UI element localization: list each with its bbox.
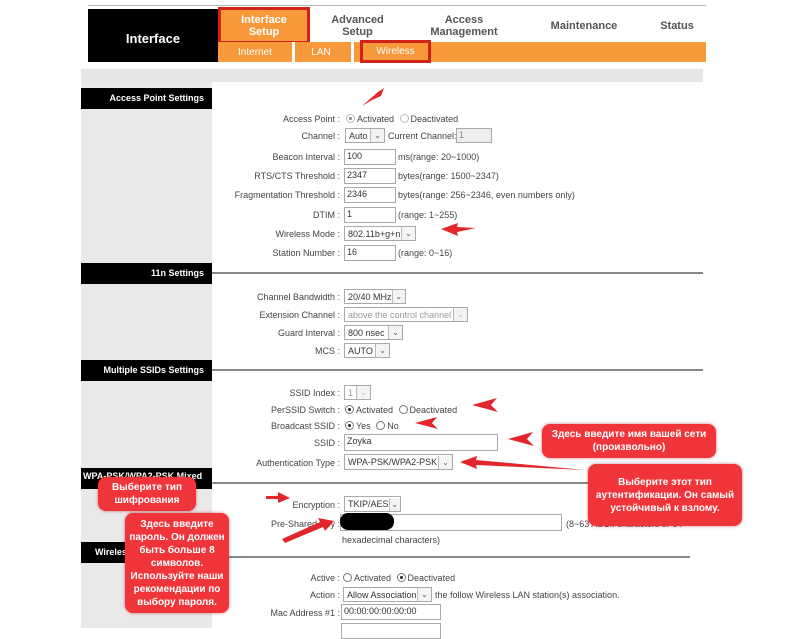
channel-label: Channel : bbox=[301, 131, 340, 141]
arrow-access-point bbox=[362, 88, 384, 106]
beacon-interval-input[interactable]: 100 bbox=[344, 149, 396, 165]
nav-interface-setup[interactable]: Interface Setup bbox=[218, 7, 310, 44]
chevron-down-icon: ⌄ bbox=[375, 344, 389, 357]
encryption-select[interactable]: TKIP/AES ⌄ bbox=[344, 496, 401, 512]
redacted-password bbox=[340, 513, 394, 530]
chevron-down-icon: ⌄ bbox=[417, 588, 431, 601]
fragmentation-threshold-label: Fragmentation Threshold : bbox=[234, 190, 340, 200]
callout-ssid-name: Здесь введите имя вашей сети (произвольн… bbox=[542, 424, 716, 458]
mac-address-1-input[interactable]: 00:00:00:00:00:00 bbox=[341, 604, 441, 620]
fragmentation-threshold-hint: bytes(range: 256~2346, even numbers only… bbox=[398, 190, 575, 200]
mac-address-2-input[interactable] bbox=[341, 623, 441, 639]
mac-deactivated-radio[interactable] bbox=[396, 573, 406, 583]
dtim-label: DTIM : bbox=[313, 210, 340, 220]
current-channel-field: 1 bbox=[456, 128, 492, 143]
section-11n-settings: 11n Settings bbox=[81, 263, 212, 284]
chevron-down-icon: ⌄ bbox=[356, 386, 370, 399]
encryption-label: Encryption : bbox=[292, 500, 340, 510]
chevron-down-icon: ⌄ bbox=[391, 290, 405, 303]
section-access-point-settings: Access Point Settings bbox=[81, 88, 212, 109]
broadcast-yes-radio[interactable] bbox=[345, 421, 354, 431]
access-point-radio-group: Activated Deactivated bbox=[346, 113, 461, 124]
section-divider bbox=[212, 272, 703, 274]
ssid-index-label: SSID Index : bbox=[289, 388, 340, 398]
chevron-down-icon: ⌄ bbox=[453, 308, 467, 321]
access-point-deactivated-radio[interactable] bbox=[399, 114, 409, 124]
pre-shared-key-hint-cont: hexadecimal characters) bbox=[342, 535, 441, 545]
subnav-lan[interactable]: LAN bbox=[296, 42, 346, 62]
rts-threshold-hint: bytes(range: 1500~2347) bbox=[398, 171, 499, 181]
callout-auth-type: Выберите этот тип аутентификации. Он сам… bbox=[588, 464, 742, 526]
callout-password: Здесь введите пароль. Он должен быть бол… bbox=[125, 513, 229, 613]
station-number-input[interactable]: 16 bbox=[344, 245, 396, 261]
chevron-down-icon: ⌄ bbox=[388, 326, 402, 339]
nav-maintenance[interactable]: Maintenance bbox=[540, 9, 628, 42]
station-number-label: Station Number : bbox=[272, 248, 340, 258]
gray-strip bbox=[81, 69, 703, 82]
channel-select[interactable]: Auto ⌄ bbox=[345, 128, 385, 143]
broadcast-ssid-radio-group: Yes No bbox=[345, 420, 402, 431]
subnav-wireless[interactable]: Wireless bbox=[360, 40, 431, 63]
section-divider bbox=[212, 556, 690, 558]
mcs-label: MCS : bbox=[314, 346, 340, 356]
guard-interval-select[interactable]: 800 nsec ⌄ bbox=[344, 325, 403, 340]
rts-threshold-label: RTS/CTS Threshold : bbox=[254, 171, 340, 181]
mac-action-select[interactable]: Allow Association ⌄ bbox=[343, 587, 432, 602]
header-top-line bbox=[88, 5, 706, 6]
subnav-separator bbox=[292, 42, 295, 62]
rts-threshold-input[interactable]: 2347 bbox=[344, 168, 396, 184]
arrow-auth bbox=[460, 456, 585, 470]
arrow-wireless-mode bbox=[441, 223, 476, 236]
chevron-down-icon: ⌄ bbox=[388, 497, 400, 511]
guard-interval-label: Guard Interval : bbox=[277, 328, 340, 338]
access-point-label: Access Point : bbox=[282, 114, 340, 124]
subnav-separator bbox=[351, 42, 354, 62]
nav-status[interactable]: Status bbox=[650, 9, 704, 42]
extension-channel-select[interactable]: above the control channel ⌄ bbox=[344, 307, 468, 322]
subnav-internet[interactable]: Internet bbox=[220, 42, 290, 62]
extension-channel-label: Extension Channel : bbox=[259, 310, 340, 320]
mac-active-radio-group: Activated Deactivated bbox=[343, 572, 458, 583]
current-channel-label: Current Channel: bbox=[388, 131, 457, 141]
beacon-interval-hint: ms(range: 20~1000) bbox=[398, 152, 480, 162]
broadcast-ssid-label: Broadcast SSID : bbox=[270, 421, 340, 431]
wireless-mode-select[interactable]: 802.11b+g+n ⌄ bbox=[344, 226, 416, 241]
fragmentation-threshold-input[interactable]: 2346 bbox=[344, 187, 396, 203]
mac-activated-radio[interactable] bbox=[343, 573, 352, 583]
chevron-down-icon: ⌄ bbox=[370, 129, 384, 142]
ssid-index-select[interactable]: 1 ⌄ bbox=[344, 385, 371, 400]
wireless-mode-label: Wireless Mode : bbox=[275, 229, 340, 239]
channel-bandwidth-select[interactable]: 20/40 MHz ⌄ bbox=[344, 289, 406, 304]
beacon-interval-label: Beacon Interval : bbox=[272, 152, 340, 162]
access-point-activated-radio[interactable] bbox=[346, 114, 355, 124]
channel-bandwidth-label: Channel Bandwidth : bbox=[256, 292, 340, 302]
perssid-radio-group: Activated Deactivated bbox=[345, 404, 460, 415]
chevron-down-icon: ⌄ bbox=[438, 455, 452, 469]
authentication-type-label: Authentication Type : bbox=[256, 458, 340, 468]
perssid-deactivated-radio[interactable] bbox=[398, 405, 408, 415]
mcs-select[interactable]: AUTO ⌄ bbox=[344, 343, 390, 358]
mac-action-hint: the follow Wireless LAN station(s) assoc… bbox=[435, 590, 620, 600]
ssid-label: SSID : bbox=[313, 438, 340, 448]
logo: Interface bbox=[88, 9, 218, 62]
arrow-ssid bbox=[508, 432, 534, 446]
dtim-input[interactable]: 1 bbox=[344, 207, 396, 223]
nav-access-management[interactable]: Access Management bbox=[418, 9, 510, 42]
nav-advanced-setup[interactable]: Advanced Setup bbox=[315, 9, 400, 42]
chevron-down-icon: ⌄ bbox=[401, 227, 415, 240]
perssid-switch-label: PerSSID Switch : bbox=[270, 405, 340, 415]
broadcast-no-radio[interactable] bbox=[376, 421, 386, 431]
arrow-broadcast bbox=[415, 417, 438, 429]
section-multiple-ssids: Multiple SSIDs Settings bbox=[81, 360, 212, 381]
dtim-hint: (range: 1~255) bbox=[398, 210, 458, 220]
ssid-input[interactable]: Zoyka bbox=[344, 434, 498, 451]
section-divider bbox=[212, 369, 703, 371]
station-number-hint: (range: 0~16) bbox=[398, 248, 453, 258]
arrow-perssid bbox=[472, 398, 498, 412]
callout-encryption: Выберите тип шифрования bbox=[98, 477, 196, 511]
authentication-type-select[interactable]: WPA-PSK/WPA2-PSK ⌄ bbox=[344, 454, 453, 470]
perssid-activated-radio[interactable] bbox=[345, 405, 354, 415]
